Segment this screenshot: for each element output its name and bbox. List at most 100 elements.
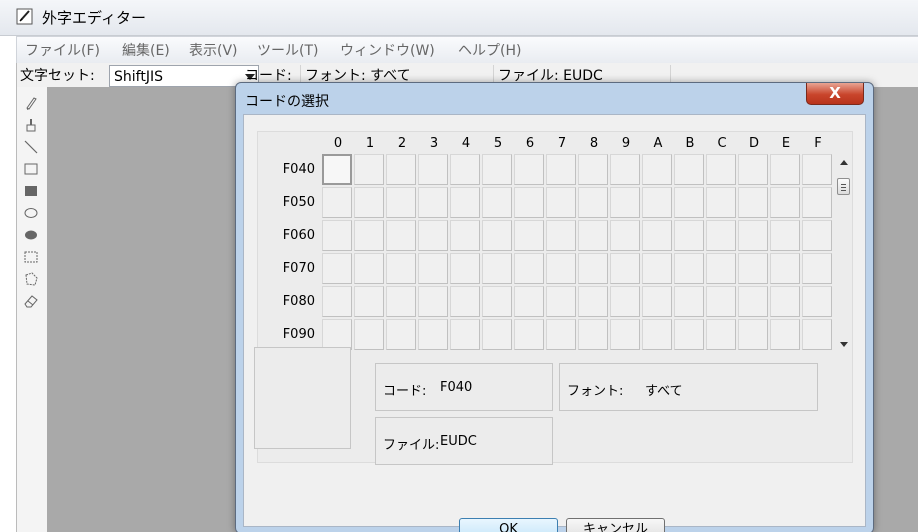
code-cell[interactable] [514,154,544,185]
menu-tools[interactable]: ツール(T) [257,40,318,60]
code-cell[interactable] [674,187,704,218]
code-cell[interactable] [450,286,480,317]
code-cell[interactable] [418,253,448,284]
cancel-button[interactable]: キャンセル [566,518,665,532]
eraser-icon[interactable] [23,293,39,309]
code-cell[interactable] [802,187,832,218]
code-cell[interactable] [386,187,416,218]
code-cell[interactable] [642,187,672,218]
code-cell[interactable] [354,187,384,218]
code-cell[interactable] [450,154,480,185]
pencil-icon[interactable] [23,95,39,111]
code-cell[interactable] [418,220,448,251]
code-cell[interactable] [770,187,800,218]
code-cell[interactable] [578,253,608,284]
code-cell[interactable] [738,253,768,284]
code-cell[interactable] [706,220,736,251]
code-cell[interactable] [770,220,800,251]
code-cell[interactable] [770,319,800,350]
code-cell[interactable] [354,154,384,185]
menu-window[interactable]: ウィンドウ(W) [340,40,435,60]
code-cell[interactable] [322,319,352,350]
code-cell[interactable] [386,253,416,284]
code-cell[interactable] [642,154,672,185]
code-cell[interactable] [738,154,768,185]
code-cell[interactable] [674,154,704,185]
code-cell[interactable] [546,286,576,317]
hollow-ellipse-icon[interactable] [23,205,39,221]
code-cell[interactable] [322,154,352,185]
code-cell[interactable] [418,154,448,185]
code-cell[interactable] [578,220,608,251]
code-cell[interactable] [354,253,384,284]
code-cell[interactable] [386,154,416,185]
code-cell[interactable] [546,253,576,284]
code-cell[interactable] [674,319,704,350]
brush-icon[interactable] [23,117,39,133]
code-cell[interactable] [770,154,800,185]
code-cell[interactable] [578,154,608,185]
code-cell[interactable] [450,319,480,350]
code-cell[interactable] [706,253,736,284]
code-cell[interactable] [450,187,480,218]
code-cell[interactable] [386,319,416,350]
code-cell[interactable] [802,220,832,251]
rectangular-selection-icon[interactable] [23,249,39,265]
code-cell[interactable] [322,253,352,284]
code-cell[interactable] [514,220,544,251]
code-cell[interactable] [482,286,512,317]
code-cell[interactable] [386,220,416,251]
code-cell[interactable] [642,319,672,350]
menu-file[interactable]: ファイル(F) [25,40,100,60]
ok-button[interactable]: OK [459,518,558,532]
code-cell[interactable] [514,187,544,218]
code-cell[interactable] [450,253,480,284]
code-cell[interactable] [482,154,512,185]
code-cell[interactable] [610,187,640,218]
code-cell[interactable] [386,286,416,317]
code-cell[interactable] [674,220,704,251]
code-cell[interactable] [354,286,384,317]
scroll-up-arrow-icon[interactable] [840,160,848,165]
code-cell[interactable] [514,253,544,284]
freeform-selection-icon[interactable] [23,271,39,287]
code-cell[interactable] [610,154,640,185]
code-cell[interactable] [642,286,672,317]
code-cell[interactable] [354,220,384,251]
code-cell[interactable] [802,286,832,317]
menu-edit[interactable]: 編集(E) [122,40,170,60]
code-cell[interactable] [802,154,832,185]
code-cell[interactable] [322,286,352,317]
code-cell[interactable] [546,220,576,251]
code-cell[interactable] [546,319,576,350]
code-cell[interactable] [706,187,736,218]
code-cell[interactable] [418,319,448,350]
code-cell[interactable] [706,286,736,317]
code-cell[interactable] [418,187,448,218]
code-cell[interactable] [482,187,512,218]
code-cell[interactable] [546,154,576,185]
code-cell[interactable] [578,286,608,317]
code-cell[interactable] [770,286,800,317]
code-cell[interactable] [322,187,352,218]
code-cell[interactable] [514,319,544,350]
filled-ellipse-icon[interactable] [23,227,39,243]
code-cell[interactable] [738,220,768,251]
code-cell[interactable] [610,220,640,251]
code-cell[interactable] [418,286,448,317]
code-cell[interactable] [546,187,576,218]
code-cell[interactable] [482,319,512,350]
code-cell[interactable] [482,220,512,251]
menu-help[interactable]: ヘルプ(H) [458,40,521,60]
code-cell[interactable] [642,220,672,251]
code-cell[interactable] [610,286,640,317]
close-button[interactable]: X [806,83,864,105]
code-cell[interactable] [642,253,672,284]
code-cell[interactable] [674,286,704,317]
menu-view[interactable]: 表示(V) [189,40,238,60]
code-cell[interactable] [610,319,640,350]
code-cell[interactable] [738,319,768,350]
grid-scrollbar[interactable] [836,156,851,352]
code-cell[interactable] [482,253,512,284]
code-cell[interactable] [610,253,640,284]
